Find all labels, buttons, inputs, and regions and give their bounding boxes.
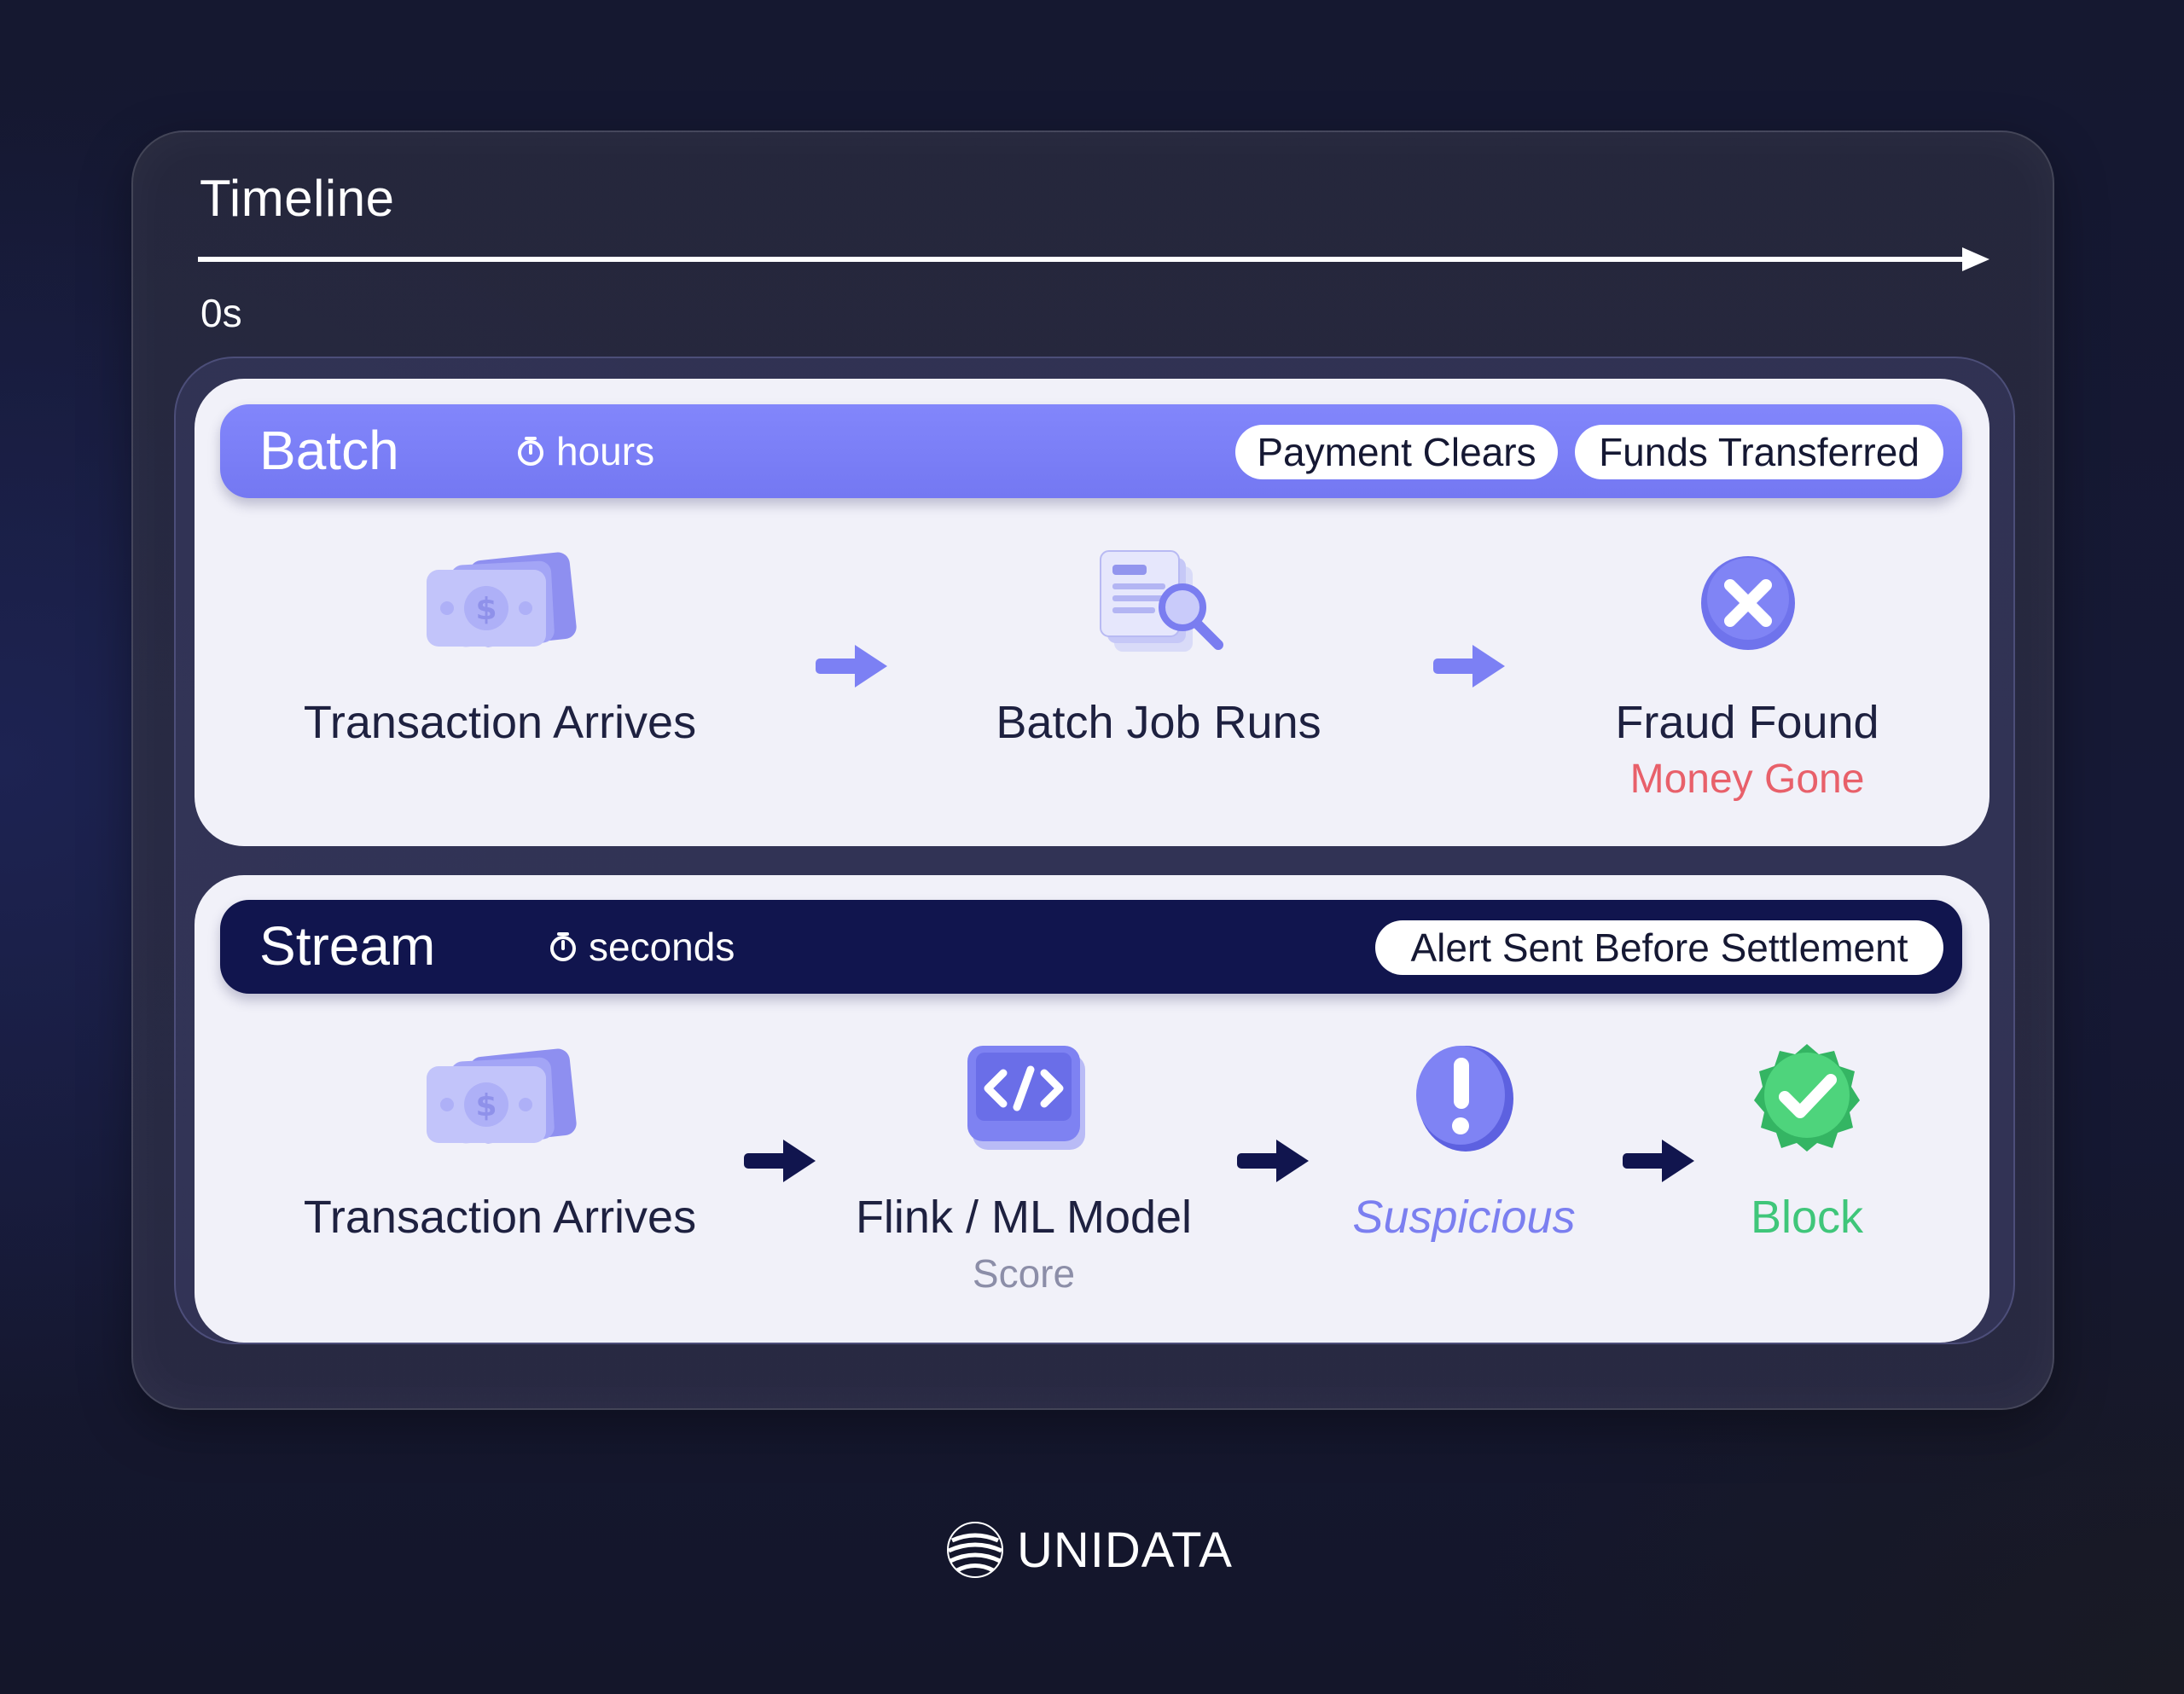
globe-logo-icon (947, 1522, 1003, 1578)
check-badge-icon (1754, 1044, 1860, 1152)
arrow-right-icon (744, 1140, 816, 1182)
stream-step-transaction-arrives: Transaction Arrives (303, 1192, 697, 1243)
timeline-start-label: 0s (200, 291, 242, 335)
batch-duration-label: hours (556, 429, 655, 473)
brand-logo: UNIDATA (945, 1520, 1233, 1580)
payment-clears-pill: Payment Clears (1235, 425, 1558, 479)
timeline-arrow (198, 247, 1989, 271)
svg-text:$: $ (475, 1088, 497, 1123)
suspicious-label: Suspicious (1352, 1192, 1576, 1243)
code-icon (967, 1046, 1085, 1150)
stream-header-bar: Stream seconds Alert Sent Before Settlem… (220, 900, 1962, 994)
document-search-icon (1100, 550, 1223, 652)
money-gone-label: Money Gone (1629, 757, 1865, 802)
batch-step-fraud-found: Fraud Found (1615, 697, 1879, 748)
x-circle-icon (1701, 556, 1795, 650)
arrow-right-icon (1623, 1140, 1694, 1182)
stopwatch-icon (518, 437, 543, 466)
exclamation-icon (1416, 1046, 1513, 1152)
stream-duration: seconds (548, 927, 735, 966)
batch-step-batch-job-runs: Batch Job Runs (996, 697, 1321, 748)
stopwatch-icon (550, 932, 576, 961)
batch-title: Batch (259, 420, 399, 481)
block-label: Block (1750, 1192, 1864, 1243)
stream-title: Stream (259, 915, 436, 977)
arrow-right-icon (1433, 645, 1505, 687)
stream-duration-label: seconds (589, 925, 735, 969)
score-label: Score (972, 1251, 1076, 1296)
arrow-right-icon (816, 645, 887, 687)
svg-text:$: $ (475, 592, 497, 627)
brand-name: UNIDATA (1017, 1522, 1233, 1578)
money-stack-icon: $ (427, 1048, 577, 1144)
stream-step-flink-ml-model: Flink / ML Model (855, 1192, 1193, 1243)
alert-sent-pill: Alert Sent Before Settlement (1375, 920, 1943, 975)
arrow-right-icon (1237, 1140, 1309, 1182)
batch-step-transaction-arrives: Transaction Arrives (303, 697, 697, 748)
money-stack-icon: $ (427, 552, 577, 647)
timeline-title: Timeline (200, 170, 395, 227)
funds-transferred-pill: Funds Transferred (1575, 425, 1943, 479)
batch-duration: hours (515, 432, 654, 471)
batch-header-bar: Batch hours Payment Clears Funds Transfe… (220, 404, 1962, 498)
